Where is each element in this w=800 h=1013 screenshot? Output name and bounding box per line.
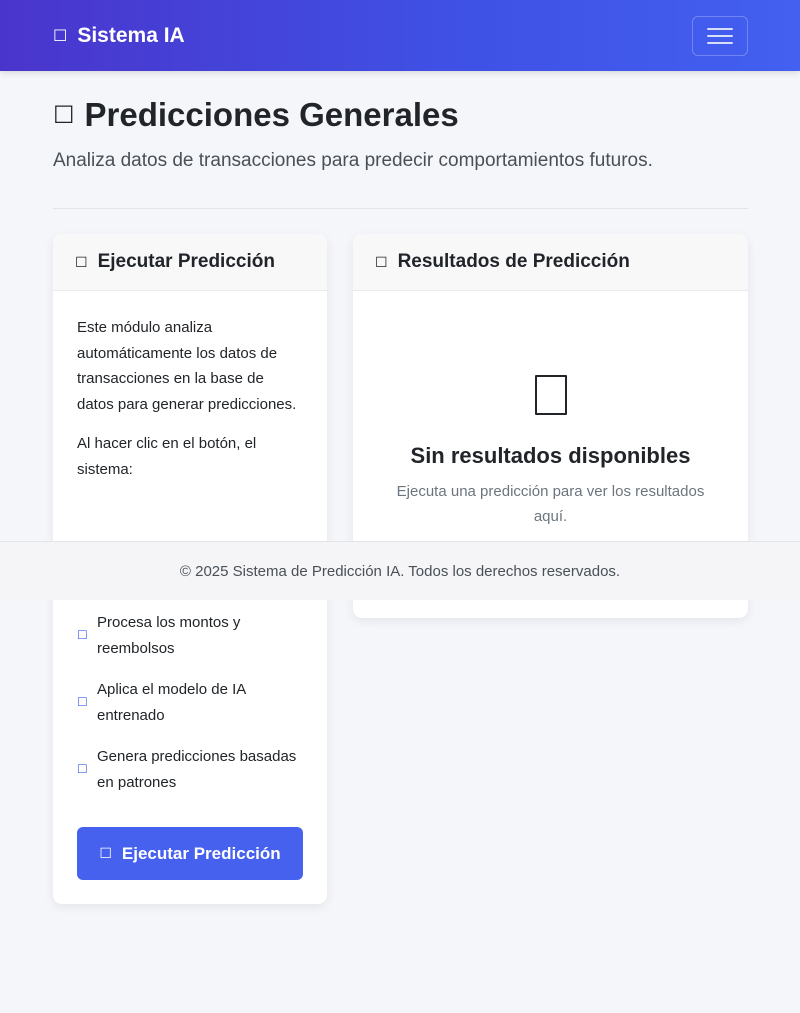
hamburger-menu-icon	[707, 26, 733, 46]
run-prediction-card-body: Este módulo analiza automáticamente los …	[53, 291, 327, 482]
empty-state-text: Ejecuta una predicción para ver los resu…	[396, 483, 705, 525]
run-prediction-button[interactable]: ☐ Ejecutar Predicción	[77, 827, 303, 880]
empty-state: Sin resultados disponibles Ejecuta una p…	[353, 291, 748, 529]
navbar-toggle-button[interactable]	[692, 16, 748, 56]
list-item: ☐ Procesa los montos y reembolsos	[77, 610, 307, 661]
step-label: Genera predicciones basadas en patrones	[97, 748, 297, 791]
page-subtitle: Analiza datos de transacciones para pred…	[53, 150, 653, 171]
inbox-icon	[534, 375, 567, 415]
steps-list: ☐ Procesa los montos y reembolsos ☐ Apli…	[77, 610, 307, 811]
results-icon: ☐	[375, 253, 388, 270]
step-label: Aplica el modelo de IA entrenado	[97, 681, 246, 724]
page-title: ☐ Predicciones Generales	[53, 96, 459, 134]
steps-intro: Al hacer clic en el botón, el sistema:	[77, 435, 257, 478]
footer-copyright: © 2025 Sistema de Predicción IA. Todos l…	[179, 562, 621, 580]
robot-icon: ☐	[53, 27, 68, 45]
check-icon: ☐	[77, 694, 88, 709]
run-prediction-card-header: ☐ Ejecutar Predicción	[53, 234, 327, 291]
empty-state-title: Sin resultados disponibles	[410, 443, 691, 468]
module-description: Este módulo analiza automáticamente los …	[77, 319, 297, 413]
brand-name: Sistema IA	[77, 23, 185, 47]
run-prediction-card-title: Ejecutar Predicción	[97, 251, 275, 272]
check-icon: ☐	[77, 627, 88, 642]
footer: © 2025 Sistema de Predicción IA. Todos l…	[0, 541, 800, 600]
results-card-header: ☐ Resultados de Predicción	[353, 234, 748, 291]
play-icon: ☐	[99, 845, 112, 861]
results-card-title: Resultados de Predicción	[397, 251, 630, 272]
play-icon: ☐	[75, 253, 88, 270]
list-item: ☐ Aplica el modelo de IA entrenado	[77, 677, 307, 728]
chart-icon: ☐	[53, 101, 75, 129]
run-prediction-button-label: Ejecutar Predicción	[121, 843, 281, 863]
step-label: Procesa los montos y reembolsos	[97, 614, 241, 657]
check-icon: ☐	[77, 761, 88, 776]
page-title-text: Predicciones Generales	[84, 96, 459, 133]
brand-link[interactable]: ☐ Sistema IA	[53, 24, 185, 48]
header-divider	[53, 208, 748, 209]
list-item: ☐ Genera predicciones basadas en patrone…	[77, 744, 307, 795]
navbar: ☐ Sistema IA	[0, 0, 800, 71]
